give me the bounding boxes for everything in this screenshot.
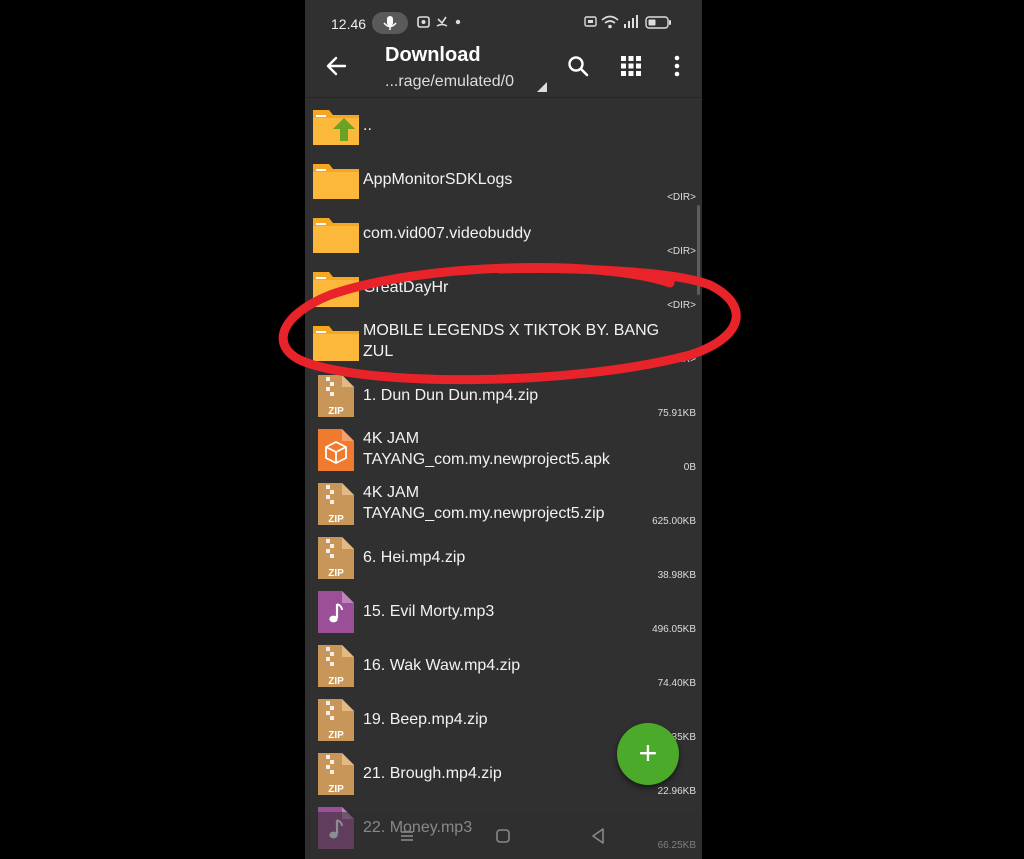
- file-name: 4K JAM TAYANG_com.my.newproject5.zip: [363, 484, 605, 522]
- folder-icon: [313, 326, 359, 361]
- zip-file-icon: ZIP: [318, 483, 354, 525]
- folder-icon: [313, 218, 359, 253]
- file-meta: 625.00KB: [652, 516, 696, 527]
- list-item[interactable]: ZIP 6. Hei.mp4.zip 38.98KB: [305, 530, 702, 584]
- file-type-icon: [311, 590, 361, 634]
- list-item[interactable]: GreatDayHr <DIR>: [305, 260, 702, 314]
- more-vert-icon[interactable]: [665, 54, 689, 78]
- home-icon[interactable]: [493, 826, 513, 846]
- file-meta: <DIR>: [667, 246, 696, 257]
- file-meta: 75.91KB: [657, 408, 696, 419]
- status-bar: 12.46: [305, 0, 702, 40]
- page-title: Download: [385, 44, 481, 66]
- file-name: 15. Evil Morty.mp3: [363, 602, 495, 620]
- file-type-icon: ZIP: [311, 482, 361, 526]
- file-meta: 496.05KB: [652, 624, 696, 635]
- file-name: MOBILE LEGENDS X TIKTOK BY. BANG ZUL: [363, 322, 660, 360]
- file-type-icon: [311, 428, 361, 472]
- audio-file-icon: [318, 591, 354, 633]
- scrollbar[interactable]: [697, 205, 700, 295]
- folder-icon: [313, 272, 359, 307]
- svg-text:ZIP: ZIP: [328, 730, 344, 741]
- svg-text:ZIP: ZIP: [328, 676, 344, 687]
- folder-icon: [313, 164, 359, 199]
- file-type-icon: [311, 104, 361, 148]
- file-name: com.vid007.videobuddy: [363, 224, 532, 242]
- file-type-icon: ZIP: [311, 374, 361, 418]
- signal-icon: [624, 15, 638, 28]
- file-meta: <DIR>: [667, 300, 696, 311]
- battery-icon: [645, 16, 671, 29]
- file-type-icon: ZIP: [311, 644, 361, 688]
- svg-text:ZIP: ZIP: [328, 406, 344, 417]
- zip-file-icon: ZIP: [318, 375, 354, 417]
- wifi-icon: [601, 15, 619, 29]
- app-bar: Download ...rage/emulated/0: [305, 40, 702, 98]
- zip-file-icon: ZIP: [318, 753, 354, 795]
- list-item[interactable]: 4K JAM TAYANG_com.my.newproject5.apk 0B: [305, 422, 702, 476]
- file-name: GreatDayHr: [363, 278, 449, 296]
- grid-view-icon[interactable]: [619, 54, 643, 78]
- list-item[interactable]: ZIP 4K JAM TAYANG_com.my.newproject5.zip 6…: [305, 476, 702, 530]
- zip-file-icon: ZIP: [318, 699, 354, 741]
- list-item[interactable]: 15. Evil Morty.mp3 496.05KB: [305, 584, 702, 638]
- file-name: 6. Hei.mp4.zip: [363, 548, 466, 566]
- path-dropdown-icon[interactable]: [537, 82, 547, 92]
- file-name: AppMonitorSDKLogs: [363, 170, 513, 188]
- list-item[interactable]: ZIP 1. Dun Dun Dun.mp4.zip 75.91KB: [305, 368, 702, 422]
- plus-icon: +: [638, 735, 658, 771]
- file-name: 1. Dun Dun Dun.mp4.zip: [363, 386, 539, 404]
- screen-record-icon: [417, 16, 430, 28]
- dot-icon: [455, 19, 461, 25]
- current-path[interactable]: ...rage/emulated/0: [385, 73, 514, 91]
- list-item[interactable]: ZIP 16. Wak Waw.mp4.zip 74.40KB: [305, 638, 702, 692]
- navigation-bar: [305, 812, 702, 859]
- nfc-icon: [584, 16, 597, 27]
- file-name: 16. Wak Waw.mp4.zip: [363, 656, 521, 674]
- file-type-icon: [311, 158, 361, 202]
- file-name: ..: [363, 116, 372, 134]
- svg-text:ZIP: ZIP: [328, 514, 344, 525]
- phone-screen: 12.46 Download ...rage/emulated/0 .. App…: [305, 0, 702, 859]
- mic-indicator: [372, 12, 408, 34]
- mic-icon: [383, 16, 397, 30]
- parent-folder-icon: [313, 110, 359, 145]
- file-type-icon: [311, 212, 361, 256]
- svg-text:ZIP: ZIP: [328, 784, 344, 795]
- file-meta: 38.98KB: [657, 570, 696, 581]
- list-item[interactable]: ..: [305, 98, 702, 152]
- file-type-icon: ZIP: [311, 698, 361, 742]
- file-meta: <DIR>: [667, 354, 696, 365]
- missed-call-icon: [436, 16, 448, 27]
- file-type-icon: ZIP: [311, 536, 361, 580]
- back-nav-icon[interactable]: [588, 826, 608, 846]
- list-item[interactable]: MOBILE LEGENDS X TIKTOK BY. BANG ZUL <DIR…: [305, 314, 702, 368]
- list-item[interactable]: AppMonitorSDKLogs <DIR>: [305, 152, 702, 206]
- svg-text:ZIP: ZIP: [328, 568, 344, 579]
- add-fab-button[interactable]: +: [617, 723, 679, 785]
- back-arrow-icon[interactable]: [323, 52, 351, 80]
- file-meta: 22.96KB: [657, 786, 696, 797]
- file-meta: 0B: [683, 462, 696, 473]
- file-type-icon: [311, 320, 361, 364]
- file-type-icon: [311, 266, 361, 310]
- file-type-icon: ZIP: [311, 752, 361, 796]
- file-name: 4K JAM TAYANG_com.my.newproject5.apk: [363, 430, 610, 468]
- search-icon[interactable]: [566, 54, 590, 78]
- list-item[interactable]: com.vid007.videobuddy <DIR>: [305, 206, 702, 260]
- zip-file-icon: ZIP: [318, 645, 354, 687]
- file-meta: 74.40KB: [657, 678, 696, 689]
- zip-file-icon: ZIP: [318, 537, 354, 579]
- recents-icon[interactable]: [397, 826, 417, 846]
- file-meta: <DIR>: [667, 192, 696, 203]
- status-time: 12.46: [331, 16, 367, 32]
- system-status-icons: [584, 14, 678, 30]
- apk-file-icon: [318, 429, 354, 471]
